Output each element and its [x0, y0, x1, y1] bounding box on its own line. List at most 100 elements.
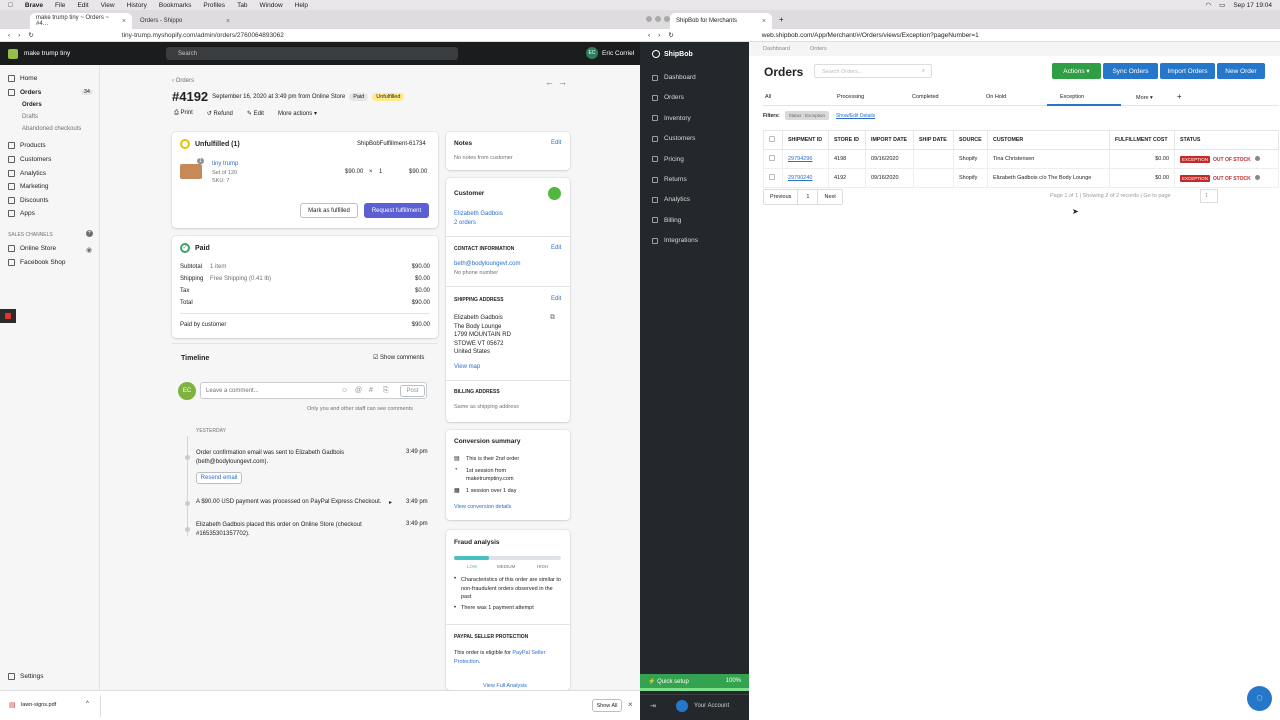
contact-edit-link[interactable]: Edit — [551, 245, 561, 251]
page-number[interactable]: 1 — [798, 190, 819, 204]
chat-support-button[interactable]: ◌ — [1247, 686, 1272, 711]
post-button[interactable]: Post — [400, 385, 425, 397]
url-field[interactable]: tiny-trump.myshopify.com/admin/orders/27… — [122, 32, 284, 39]
request-fulfillment-button[interactable]: Request fulfillment — [364, 203, 429, 218]
menu-profiles[interactable]: Profiles — [203, 2, 225, 9]
reload-icon[interactable]: ↻ — [668, 31, 673, 39]
show-edit-details-link[interactable]: Show/Edit Details — [836, 113, 875, 119]
search-input[interactable]: Search — [166, 47, 458, 60]
go-to-page-input[interactable]: 1 — [1200, 189, 1218, 203]
table-row[interactable]: 29790240 4192 09/16/2020 Shopify Elizabeth G… — [763, 168, 1279, 188]
resend-email-button[interactable]: Resend email — [196, 472, 242, 484]
breadcrumb-orders[interactable]: Orders — [810, 46, 827, 52]
mention-icon[interactable]: @ — [355, 387, 362, 394]
print-button[interactable]: ⎙ Print — [174, 110, 193, 117]
emoji-icon[interactable]: ☺ — [341, 387, 348, 394]
wifi-icon[interactable]: ◠ — [1205, 1, 1211, 9]
tab-exception[interactable]: Exception — [1047, 90, 1121, 106]
col-import-date[interactable]: IMPORT DATE — [865, 130, 914, 150]
menu-help[interactable]: Help — [295, 2, 308, 9]
forward-icon[interactable]: › — [658, 32, 660, 39]
edit-button[interactable]: ✎ Edit — [247, 110, 264, 117]
close-icon[interactable]: × — [628, 700, 633, 709]
sidebar-item-inventory[interactable]: Inventory — [652, 115, 691, 122]
tab-shipbob[interactable]: ShipBob for Merchants × — [670, 13, 772, 29]
tab-processing[interactable]: Processing — [837, 94, 864, 100]
menubar-app-name[interactable]: Brave — [25, 2, 43, 9]
sidebar-item-returns[interactable]: Returns — [652, 176, 687, 183]
url-field[interactable]: web.shipbob.com/App/Merchant/#/Orders/vi… — [762, 32, 979, 39]
col-customer[interactable]: CUSTOMER — [987, 130, 1110, 150]
customer-email-link[interactable]: beth@bodyloungevt.com — [454, 261, 520, 267]
close-icon[interactable]: × — [122, 18, 126, 25]
sidebar-item-dashboard[interactable]: Dashboard — [652, 74, 696, 81]
store-name[interactable]: make trump tiny — [24, 50, 70, 57]
menu-bookmarks[interactable]: Bookmarks — [159, 2, 192, 9]
sidebar-item-apps[interactable]: Apps — [8, 210, 35, 217]
sidebar-item-home[interactable]: Home — [8, 75, 37, 82]
close-icon[interactable]: × — [226, 18, 230, 25]
tab-more[interactable]: More ▾ — [1136, 95, 1153, 101]
col-shipment-id[interactable]: SHIPMENT ID — [782, 130, 829, 150]
add-channel-icon[interactable]: + — [86, 230, 93, 237]
forward-icon[interactable]: › — [18, 32, 20, 39]
reload-icon[interactable]: ↻ — [28, 31, 33, 39]
chevron-up-icon[interactable]: ^ — [86, 701, 89, 707]
shipbob-logo[interactable]: ShipBob — [652, 50, 693, 58]
shipment-id-link[interactable]: 29794296 — [788, 156, 812, 162]
shipping-edit-link[interactable]: Edit — [551, 296, 561, 302]
user-menu[interactable]: EC Eric Corriel — [586, 47, 634, 59]
sidebar-item-facebook[interactable]: Facebook Shop — [8, 259, 66, 266]
tab-completed[interactable]: Completed — [912, 94, 939, 100]
sidebar-item-customers[interactable]: Customers — [652, 135, 695, 142]
row-checkbox[interactable] — [769, 155, 775, 161]
tab-shopify-order[interactable]: make trump tiny ~ Orders ~ #4… × — [30, 13, 132, 29]
menu-view[interactable]: View — [101, 2, 115, 9]
customer-orders-link[interactable]: 2 orders — [454, 220, 476, 226]
sidebar-subitem-abandoned[interactable]: Abandoned checkouts — [22, 126, 81, 132]
battery-icon[interactable]: ▭ — [1219, 1, 1225, 9]
window-minimize-icon[interactable] — [655, 16, 661, 22]
notes-edit-link[interactable]: Edit — [551, 140, 561, 146]
new-order-button[interactable]: New Order — [1217, 63, 1265, 79]
breadcrumb-dashboard[interactable]: Dashboard — [763, 46, 790, 52]
expand-icon[interactable]: ▸ — [389, 499, 392, 506]
menu-edit[interactable]: Edit — [77, 2, 88, 9]
mark-fulfilled-button[interactable]: Mark as fulfilled — [300, 203, 358, 218]
shipment-id-link[interactable]: 29790240 — [788, 175, 812, 181]
sidebar-item-settings[interactable]: Settings — [8, 673, 44, 680]
sidebar-subitem-orders[interactable]: Orders — [22, 102, 42, 108]
breadcrumb[interactable]: ‹ Orders — [172, 78, 194, 84]
conversion-details-link[interactable]: View conversion details — [454, 504, 511, 510]
add-view-icon[interactable]: + — [1177, 92, 1182, 101]
back-icon[interactable]: ‹ — [8, 32, 10, 39]
filter-chip[interactable]: Status : Exception — [784, 111, 829, 120]
sidebar-item-analytics[interactable]: Analytics — [652, 196, 690, 203]
view-full-analysis-link[interactable]: View Full Analysis — [483, 683, 527, 689]
sidebar-item-orders[interactable]: Orders — [8, 89, 41, 96]
download-file[interactable]: lawn-signs.pdf — [21, 702, 56, 708]
tab-on-hold[interactable]: On Hold — [986, 94, 1006, 100]
copy-icon[interactable]: ⧉ — [550, 314, 555, 322]
sidebar-item-discounts[interactable]: Discounts — [8, 197, 49, 204]
sidebar-item-integrations[interactable]: Integrations — [652, 237, 698, 244]
attach-icon[interactable]: ⎘ — [383, 387, 389, 395]
col-store-id[interactable]: STORE ID — [828, 130, 866, 150]
your-account-link[interactable]: Your Account — [694, 703, 729, 709]
sidebar-item-marketing[interactable]: Marketing — [8, 183, 49, 190]
product-name-link[interactable]: tiny trump — [212, 161, 238, 167]
tab-all[interactable]: All — [765, 94, 771, 100]
menu-tab[interactable]: Tab — [237, 2, 247, 9]
logout-icon[interactable]: ⇥ — [650, 702, 656, 710]
row-checkbox[interactable] — [769, 174, 775, 180]
show-all-button[interactable]: Show All — [592, 699, 622, 712]
customer-name-link[interactable]: Elizabeth Gadbois — [454, 211, 503, 217]
refund-button[interactable]: ↺ Refund — [207, 110, 233, 117]
search-input[interactable]: Search Orders... ⌕ — [814, 64, 932, 78]
status-info-icon[interactable] — [1255, 174, 1261, 180]
col-fulfillment-cost[interactable]: FULFILLMENT COST — [1109, 130, 1175, 150]
view-map-link[interactable]: View map — [454, 364, 480, 370]
hashtag-icon[interactable]: # — [369, 387, 373, 394]
select-all-checkbox[interactable] — [769, 136, 775, 142]
menu-history[interactable]: History — [127, 2, 147, 9]
